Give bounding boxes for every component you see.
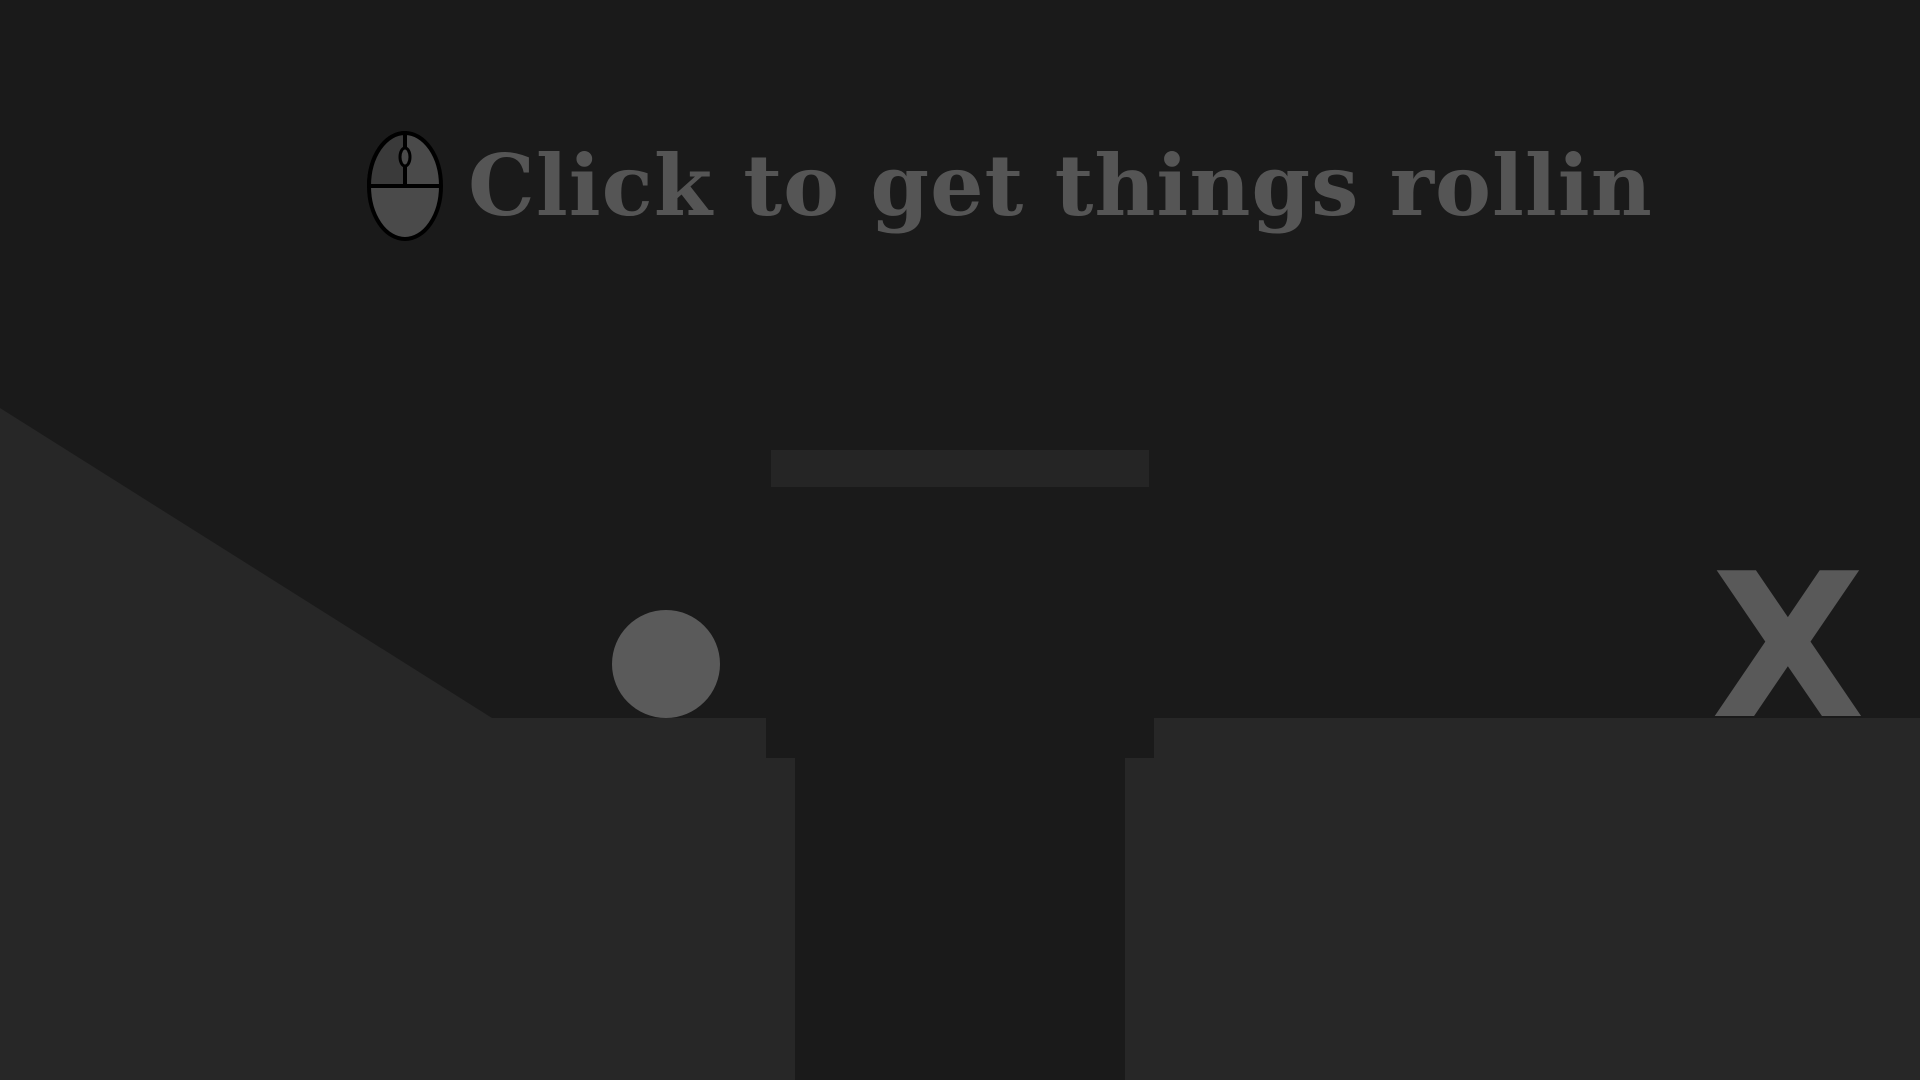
instruction-text: Click to get things rollin (468, 135, 1653, 235)
left-ramp (0, 408, 492, 718)
right-ground (1125, 718, 1920, 1080)
goal-marker: X (1710, 531, 1866, 764)
floating-platform (771, 450, 1149, 487)
mouse-left-click-icon (366, 130, 443, 241)
game-canvas[interactable]: Click to get things rollin X (0, 0, 1920, 1080)
left-ground (0, 718, 795, 1080)
player-ball (612, 610, 720, 718)
instruction-hint: Click to get things rollin (366, 128, 1653, 243)
